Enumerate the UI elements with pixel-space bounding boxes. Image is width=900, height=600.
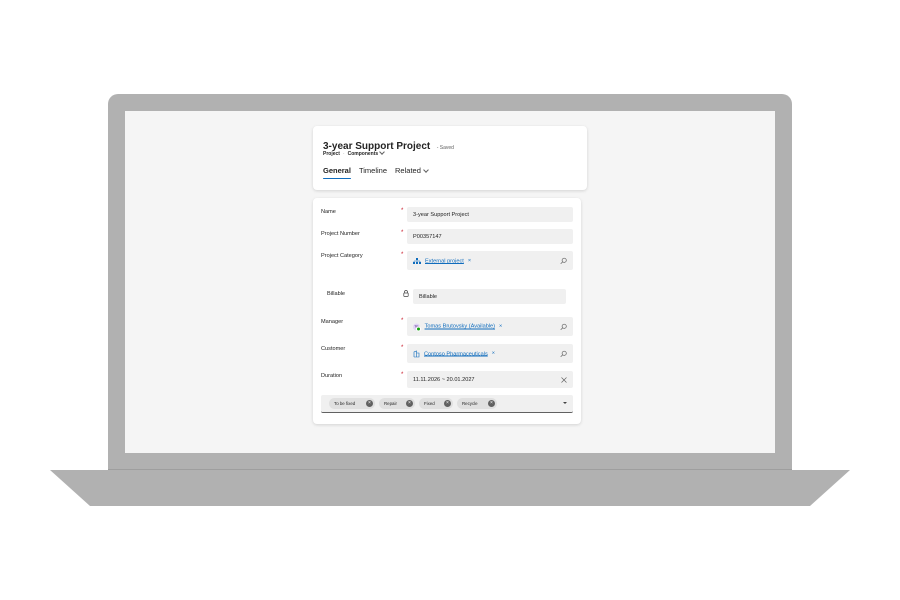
tag-chip[interactable]: Repair × — [379, 398, 415, 409]
manager-field[interactable]: TB Tomas Brutovsky (Available) × — [407, 317, 573, 336]
building-icon — [413, 350, 420, 357]
breadcrumb: Project · Components — [323, 149, 386, 157]
entity-name: Project — [323, 151, 340, 157]
laptop-base — [50, 470, 850, 506]
customer-label: Customer — [321, 346, 346, 352]
remove-icon[interactable]: × — [468, 258, 471, 264]
billable-label: Billable — [327, 291, 346, 297]
dismiss-icon[interactable]: × — [444, 400, 451, 407]
tab-timeline[interactable]: Timeline — [359, 166, 387, 179]
billable-value: Billable — [419, 293, 438, 300]
customer-field[interactable]: Contoso Pharmaceuticals × — [407, 344, 573, 363]
required-indicator: * — [401, 345, 404, 351]
name-label: Name — [321, 209, 336, 215]
lock-icon — [403, 290, 409, 297]
project-category-label: Project Category — [321, 253, 363, 259]
tag-label: Fixed — [424, 401, 435, 406]
remove-icon[interactable]: × — [492, 351, 495, 357]
tag-chip[interactable]: Recycle × — [457, 398, 497, 409]
caret-down-icon[interactable] — [563, 402, 567, 404]
required-indicator: * — [401, 208, 404, 214]
name-field[interactable]: 3-year Support Project — [407, 207, 573, 222]
tab-related[interactable]: Related — [395, 166, 429, 179]
dismiss-icon[interactable]: × — [488, 400, 495, 407]
required-indicator: * — [401, 318, 404, 324]
tab-list: General Timeline Related — [323, 166, 436, 179]
avatar: TB — [413, 323, 421, 331]
search-icon[interactable] — [560, 350, 567, 357]
saved-status: - Saved — [436, 145, 454, 151]
required-indicator: * — [401, 252, 404, 258]
chevron-down-icon — [423, 167, 429, 173]
tag-label: Recycle — [462, 401, 478, 406]
laptop-screen: 3-year Support Project - Saved Project · C… — [125, 111, 775, 453]
manager-lookup: TB Tomas Brutovsky (Available) × — [413, 323, 502, 331]
required-indicator: * — [401, 230, 404, 236]
tag-label: Repair — [384, 401, 397, 406]
record-header: 3-year Support Project - Saved Project · C… — [313, 126, 587, 190]
form-selector[interactable]: Components — [347, 149, 386, 157]
tab-general[interactable]: General — [323, 166, 351, 179]
manager-label: Manager — [321, 319, 344, 325]
customer-link[interactable]: Contoso Pharmaceuticals — [424, 351, 488, 357]
duration-value: 11.11.2026 ~ 20.01.2027 — [413, 376, 475, 383]
presence-available-icon — [416, 326, 421, 331]
search-icon[interactable] — [560, 257, 567, 264]
org-chart-icon — [413, 258, 421, 264]
manager-link[interactable]: Tomas Brutovsky (Available) — [425, 324, 495, 330]
billable-field: Billable — [413, 289, 566, 304]
clear-icon[interactable] — [561, 376, 567, 383]
project-category-field[interactable]: External project × — [407, 251, 573, 270]
tag-chip[interactable]: To be fixed × — [329, 398, 375, 409]
remove-icon[interactable]: × — [499, 324, 502, 330]
chevron-down-icon — [379, 149, 386, 155]
form-selector-label: Components — [347, 151, 379, 157]
project-category-lookup: External project × — [413, 258, 471, 264]
project-number-value: P00357147 — [413, 233, 442, 240]
form-section: Name * 3-year Support Project Project Nu… — [313, 198, 581, 424]
dismiss-icon[interactable]: × — [406, 400, 413, 407]
required-indicator: * — [401, 372, 404, 378]
tag-chip[interactable]: Fixed × — [419, 398, 453, 409]
search-icon[interactable] — [560, 323, 567, 330]
project-number-label: Project Number — [321, 231, 360, 237]
name-value: 3-year Support Project — [413, 211, 469, 218]
tab-related-label: Related — [395, 166, 421, 175]
duration-label: Duration — [321, 373, 343, 379]
tags-field[interactable]: To be fixed × Repair × Fixed × Recycle × — [321, 395, 573, 413]
tag-label: To be fixed — [334, 401, 356, 406]
project-category-link[interactable]: External project — [425, 258, 464, 264]
project-number-field[interactable]: P00357147 — [407, 229, 573, 244]
breadcrumb-separator: · — [342, 151, 345, 157]
dismiss-icon[interactable]: × — [366, 400, 373, 407]
customer-lookup: Contoso Pharmaceuticals × — [413, 350, 495, 357]
duration-field[interactable]: 11.11.2026 ~ 20.01.2027 — [407, 371, 573, 388]
